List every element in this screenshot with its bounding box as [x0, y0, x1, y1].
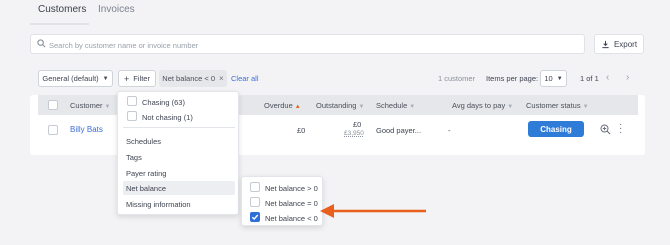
export-label: Export	[613, 39, 638, 49]
plus-icon: +	[124, 73, 130, 84]
dropdown-caret-icon: ▼	[102, 75, 109, 82]
column-label: Customer	[70, 101, 103, 110]
dropdown-caret-icon: ▼	[556, 75, 563, 82]
filter-option-not-chasing[interactable]: Not chasing (1)	[142, 113, 193, 122]
overdue-value: £0	[297, 126, 306, 135]
tab-customers[interactable]: Customers	[38, 4, 86, 15]
not-chasing-checkbox[interactable]	[127, 111, 137, 121]
filter-chip-label: Net balance < 0	[162, 74, 216, 83]
filter-chip[interactable]: Net balance < 0 ×	[159, 70, 227, 87]
chasing-checkbox[interactable]	[127, 96, 137, 106]
menu-item-payer-rating[interactable]: Payer rating	[126, 169, 166, 178]
items-per-page-value: 10	[544, 74, 553, 83]
sort-asc-icon: ▲	[294, 104, 301, 110]
outstanding-subvalue: £3,950	[344, 130, 364, 137]
sort-caret-icon: ▼	[582, 104, 589, 110]
pagination-text: 1 of 1	[580, 74, 599, 83]
column-header-status[interactable]: Customer status ▼	[526, 101, 589, 110]
net-balance-lt-checkbox[interactable]	[250, 212, 260, 222]
menu-divider	[123, 127, 235, 128]
net-balance-gt-checkbox[interactable]	[250, 182, 260, 192]
items-per-page-label: Items per page:	[486, 74, 539, 83]
result-count: 1 customer	[438, 74, 476, 83]
annotation-arrow-icon	[320, 204, 426, 218]
filter-label: Filter	[133, 74, 150, 83]
column-label: Overdue	[264, 101, 293, 110]
chevron-left-icon[interactable]: ‹	[606, 72, 609, 83]
zoom-in-icon[interactable]	[600, 124, 611, 135]
tab-invoices[interactable]: Invoices	[98, 4, 135, 15]
menu-item-schedules[interactable]: Schedules	[126, 137, 161, 146]
column-header-avg-days[interactable]: Avg days to pay ▼	[452, 101, 513, 110]
view-select[interactable]: General (default) ▼	[38, 70, 113, 87]
download-icon	[602, 40, 609, 48]
column-header-outstanding[interactable]: Outstanding ▼	[316, 101, 364, 110]
search-icon	[37, 39, 46, 48]
customer-name-link[interactable]: Billy Bats	[70, 125, 103, 134]
outstanding-value: £0	[353, 120, 362, 129]
net-balance-gt-option[interactable]: Net balance > 0	[265, 184, 318, 193]
sort-caret-icon: ▼	[358, 104, 365, 110]
clear-all-link[interactable]: Clear all	[231, 74, 259, 83]
items-per-page-select[interactable]: 10 ▼	[540, 70, 567, 87]
check-icon	[251, 214, 259, 221]
column-label: Customer status	[526, 101, 581, 110]
row-checkbox[interactable]	[48, 125, 58, 135]
menu-item-missing-information[interactable]: Missing information	[126, 200, 191, 209]
filter-button[interactable]: + Filter	[118, 70, 156, 87]
search-input[interactable]: Search by customer name or invoice numbe…	[30, 34, 585, 54]
sort-caret-icon: ▼	[409, 104, 416, 110]
export-button[interactable]: Export	[594, 34, 644, 54]
more-vertical-icon[interactable]: · · ·	[619, 120, 622, 138]
chevron-right-icon[interactable]: ›	[626, 72, 629, 83]
net-balance-eq-option[interactable]: Net balance = 0	[265, 199, 318, 208]
column-header-overdue[interactable]: Overdue ▲	[264, 101, 301, 110]
view-select-value: General (default)	[42, 74, 99, 83]
avg-days-value: -	[448, 126, 451, 135]
column-label: Schedule	[376, 101, 408, 110]
sort-caret-icon: ▼	[507, 104, 514, 110]
status-label: Chasing	[540, 124, 572, 134]
net-balance-eq-checkbox[interactable]	[250, 197, 260, 207]
close-icon[interactable]: ×	[219, 74, 224, 83]
schedule-value: Good payer...	[376, 126, 422, 135]
net-balance-lt-option[interactable]: Net balance < 0	[265, 214, 318, 223]
filter-option-chasing[interactable]: Chasing (63)	[142, 98, 185, 107]
column-label: Outstanding	[316, 101, 357, 110]
column-label: Avg days to pay	[452, 101, 506, 110]
menu-item-tags[interactable]: Tags	[126, 153, 142, 162]
select-all-checkbox[interactable]	[48, 100, 58, 110]
column-header-customer[interactable]: Customer ▼	[70, 101, 110, 110]
search-placeholder: Search by customer name or invoice numbe…	[49, 41, 199, 50]
active-tab-underline	[30, 23, 89, 25]
status-chasing-button[interactable]: Chasing	[528, 121, 584, 137]
column-header-schedule[interactable]: Schedule ▼	[376, 101, 415, 110]
menu-item-net-balance[interactable]: Net balance	[126, 184, 166, 193]
sort-caret-icon: ▼	[104, 104, 111, 110]
